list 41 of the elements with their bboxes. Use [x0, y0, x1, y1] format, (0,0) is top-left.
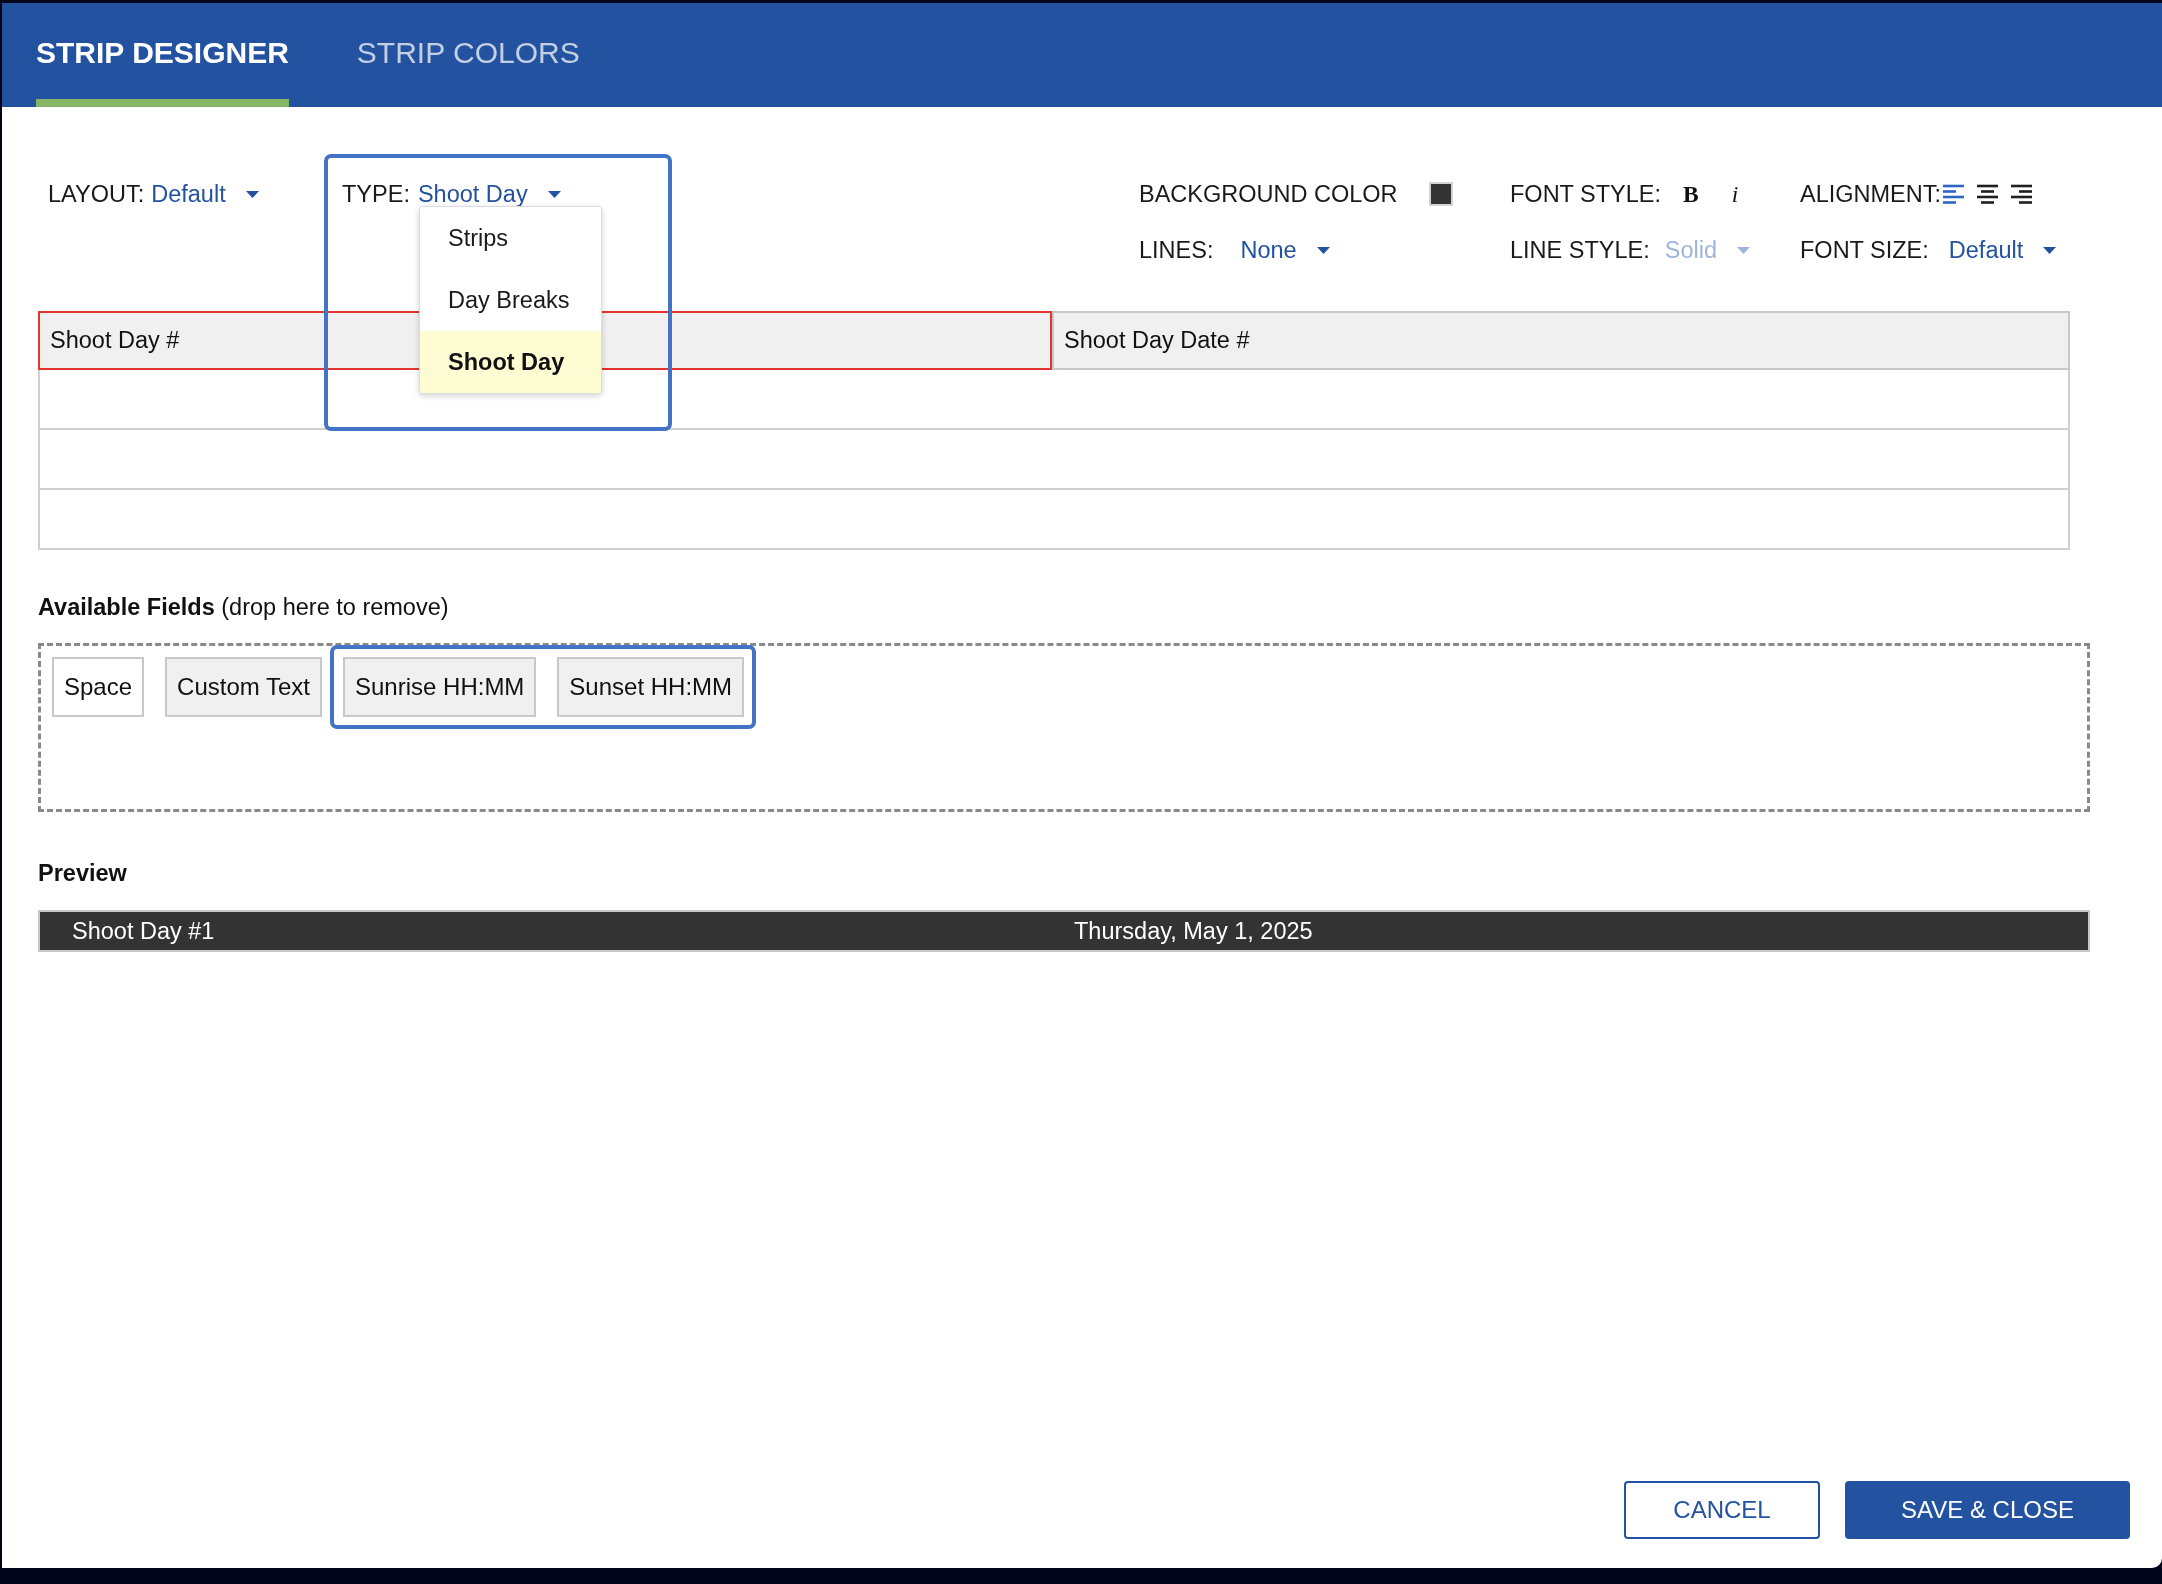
type-label: TYPE:: [342, 180, 410, 208]
font-size-dropdown[interactable]: Default: [1948, 236, 2057, 264]
field-label: Shoot Day Date #: [1064, 327, 1250, 354]
lines-dropdown[interactable]: None: [1240, 236, 1330, 264]
field-chip[interactable]: Space: [52, 657, 145, 717]
align-right-icon[interactable]: [2011, 184, 2033, 204]
background-color-label: BACKGROUND COLOR: [1139, 180, 1398, 208]
save-close-button[interactable]: SAVE & CLOSE: [1845, 1481, 2130, 1539]
lines-label: LINES:: [1139, 236, 1214, 264]
layout-label: LAYOUT:: [48, 180, 145, 208]
alignment-label: ALIGNMENT:: [1800, 180, 1942, 208]
field-chip[interactable]: Sunrise HH:MM: [343, 657, 537, 717]
caret-icon: [2043, 246, 2057, 254]
menu-item[interactable]: Strips: [420, 207, 601, 269]
preview-heading: Preview: [38, 860, 127, 886]
line-style-label: LINE STYLE:: [1510, 236, 1650, 264]
align-center-icon[interactable]: [1977, 184, 1999, 204]
font-size-label: FONT SIZE:: [1800, 236, 1929, 264]
field-chip[interactable]: Custom Text: [165, 657, 322, 717]
bold-button[interactable]: B: [1683, 180, 1699, 208]
italic-button[interactable]: i: [1731, 180, 1739, 208]
preview-text: Shoot Day #1: [72, 917, 215, 944]
menu-item[interactable]: Shoot Day: [420, 331, 601, 393]
drop-zone[interactable]: Space Custom Text Sunrise HH:MM Sunset HH:MM: [38, 643, 2090, 812]
caret-icon: [547, 190, 561, 198]
type-dropdown[interactable]: Shoot Day: [417, 180, 561, 208]
tab[interactable]: STRIP DESIGNER: [36, 3, 289, 107]
caret-icon: [1316, 246, 1330, 254]
layout-dropdown[interactable]: Default: [151, 180, 259, 208]
field-label: Shoot Day #: [50, 327, 180, 354]
align-left-icon[interactable]: [1943, 184, 1965, 204]
menu-item[interactable]: Day Breaks: [420, 269, 601, 331]
caret-icon: [245, 190, 259, 198]
caret-icon: [1737, 246, 1750, 254]
available-fields-heading: Available Fields (drop here to remove): [38, 594, 449, 620]
color-swatch-icon[interactable]: [1428, 182, 1453, 206]
tab[interactable]: STRIP COLORS: [356, 3, 580, 107]
cancel-button[interactable]: CANCEL: [1624, 1481, 1820, 1539]
preview-text: Thursday, May 1, 2025: [1074, 917, 1313, 944]
font-style-label: FONT STYLE:: [1510, 180, 1662, 208]
field-chip[interactable]: Sunset HH:MM: [557, 657, 745, 717]
